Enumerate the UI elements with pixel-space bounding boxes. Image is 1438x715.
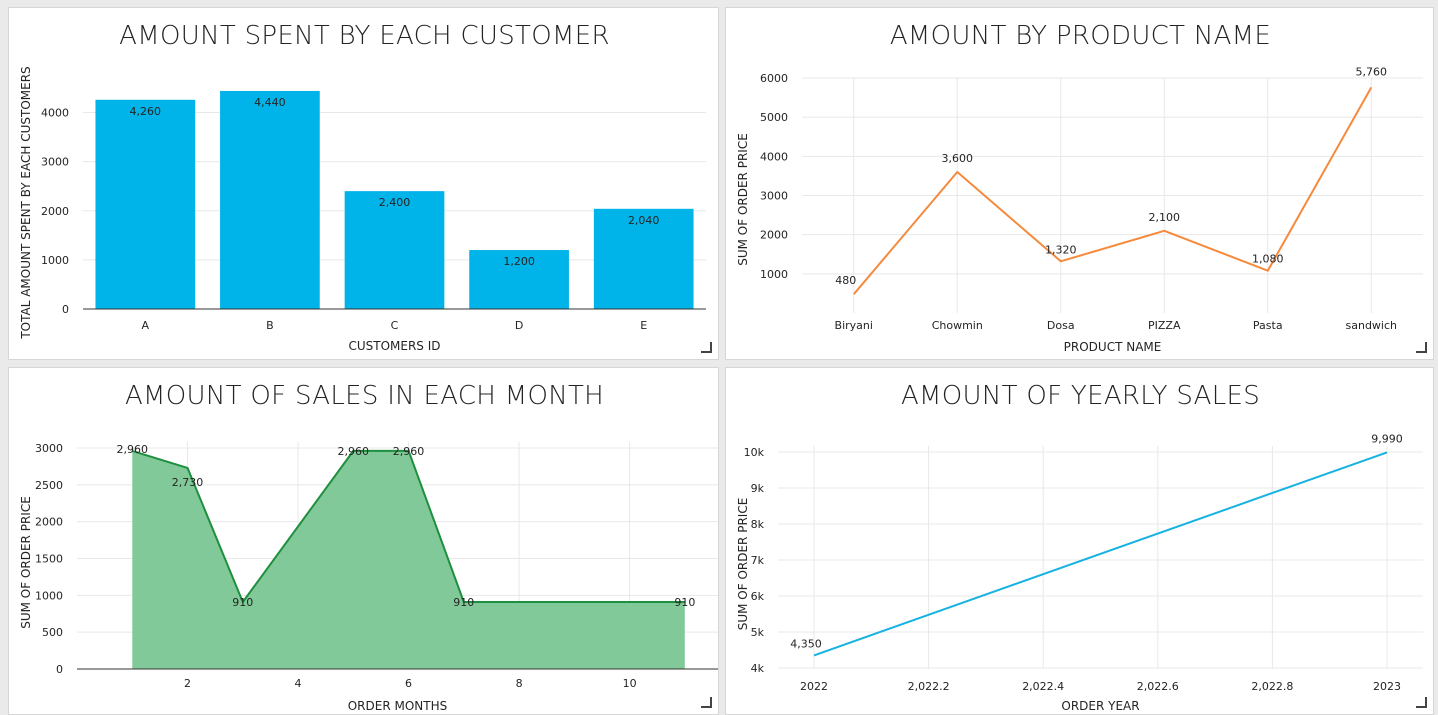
data-label: 1,320 — [1045, 243, 1077, 256]
y-axis-label: SUM OF ORDER PRICE — [736, 498, 750, 631]
y-tick-label: 4k — [751, 662, 765, 675]
y-tick-label: 2000 — [41, 205, 69, 218]
x-tick-label: 2,022.2 — [908, 680, 950, 693]
data-label: 910 — [674, 596, 695, 609]
y-tick-label: 5k — [751, 626, 765, 639]
data-label: 4,440 — [254, 96, 286, 109]
y-tick-label: 3000 — [760, 190, 788, 203]
y-tick-label: 5000 — [760, 111, 788, 124]
series-line — [853, 86, 1373, 295]
data-label: 910 — [232, 596, 253, 609]
x-tick-label: 2022 — [800, 680, 828, 693]
data-label: 2,960 — [117, 443, 149, 456]
y-tick-label: 2000 — [760, 229, 788, 242]
y-axis-label: SUM OF ORDER PRICE — [736, 133, 750, 266]
y-tick-label: 3000 — [35, 442, 63, 455]
data-label: 3,600 — [942, 152, 974, 165]
data-label: 9,990 — [1371, 432, 1403, 445]
x-tick-label: 6 — [405, 677, 412, 690]
area-fill — [132, 450, 685, 669]
y-tick-label: 8k — [751, 518, 765, 531]
data-label: 2,100 — [1149, 211, 1181, 224]
y-tick-label: 4000 — [760, 150, 788, 163]
customer-spend-chart-panel: AMOUNT SPENT BY EACH CUSTOMER 0 1000 2000 30… — [8, 7, 719, 360]
monthly-sales-chart-panel: AMOUNT OF SALES IN EACH MONTH 0 500 1000 150… — [8, 367, 719, 715]
y-tick-label: 0 — [56, 663, 63, 676]
x-tick-label: 4 — [295, 677, 302, 690]
y-tick-label: 6000 — [760, 72, 788, 85]
data-label: 480 — [835, 274, 856, 287]
y-tick-label: 1500 — [35, 553, 63, 566]
x-tick-label: C — [391, 319, 399, 332]
yearly-sales-chart: AMOUNT OF YEARLY SALES 4k 5k 6k 7k 8k 9k 10k 202… — [736, 381, 1423, 713]
data-label: 2,960 — [338, 445, 370, 458]
monthly-sales-chart: AMOUNT OF SALES IN EACH MONTH 0 500 1000 150… — [19, 381, 718, 713]
x-tick-label: 2,022.6 — [1137, 680, 1179, 693]
x-axis-label: ORDER MONTHS — [348, 699, 448, 713]
resize-corner-icon[interactable] — [1416, 342, 1427, 353]
y-axis-label: SUM OF ORDER PRICE — [19, 496, 33, 629]
customer-spend-chart: AMOUNT SPENT BY EACH CUSTOMER 0 1000 2000 30… — [19, 21, 706, 353]
data-label: 2,960 — [393, 445, 425, 458]
product-amount-chart-panel: AMOUNT BY PRODUCT NAME 1000 2000 3000 4000 50… — [725, 7, 1434, 360]
resize-corner-icon[interactable] — [701, 697, 712, 708]
data-label: 2,730 — [172, 476, 204, 489]
x-tick-label: Pasta — [1253, 319, 1283, 332]
series-line — [813, 451, 1388, 657]
resize-corner-icon[interactable] — [1416, 697, 1427, 708]
yearly-sales-chart-panel: AMOUNT OF YEARLY SALES 4k 5k 6k 7k 8k 9k 10k 202… — [725, 367, 1434, 715]
y-tick-label: 500 — [42, 626, 63, 639]
y-tick-label: 1000 — [760, 268, 788, 281]
y-tick-label: 2000 — [35, 516, 63, 529]
x-tick-label: PIZZA — [1148, 319, 1181, 332]
x-tick-label: sandwich — [1346, 319, 1398, 332]
y-axis-label: TOTAL AMOUNT SPENT BY EACH CUSTOMERS — [19, 66, 33, 339]
x-axis-label: PRODUCT NAME — [1064, 340, 1162, 354]
y-tick-label: 3000 — [41, 156, 69, 169]
bar — [95, 99, 196, 309]
x-tick-label: 8 — [516, 677, 523, 690]
data-label: 910 — [453, 596, 474, 609]
chart-title: AMOUNT SPENT BY EACH CUSTOMER — [119, 21, 610, 51]
y-tick-label: 1000 — [35, 589, 63, 602]
y-tick-label: 10k — [744, 446, 765, 459]
x-tick-label: Chowmin — [932, 319, 983, 332]
x-tick-label: Biryani — [835, 319, 873, 332]
x-tick-label: D — [515, 319, 523, 332]
y-tick-label: 4000 — [41, 107, 69, 120]
x-tick-label: A — [142, 319, 150, 332]
chart-title: AMOUNT OF SALES IN EACH MONTH — [125, 381, 604, 411]
data-label: 2,040 — [628, 214, 660, 227]
chart-title: AMOUNT OF YEARLY SALES — [901, 381, 1260, 411]
data-label: 4,350 — [790, 637, 822, 650]
y-tick-label: 9k — [751, 482, 765, 495]
x-tick-label: 10 — [623, 677, 637, 690]
data-label: 1,080 — [1252, 253, 1284, 266]
x-axis-label: ORDER YEAR — [1061, 699, 1139, 713]
x-tick-label: 2 — [184, 677, 191, 690]
x-tick-label: 2,022.8 — [1251, 680, 1293, 693]
x-tick-label: 2023 — [1373, 680, 1401, 693]
x-axis-label: CUSTOMERS ID — [348, 339, 440, 353]
product-amount-chart: AMOUNT BY PRODUCT NAME 1000 2000 3000 4000 50… — [736, 21, 1423, 354]
y-tick-label: 1000 — [41, 254, 69, 267]
x-tick-label: Dosa — [1047, 319, 1075, 332]
y-tick-label: 6k — [751, 590, 765, 603]
x-tick-label: B — [266, 319, 274, 332]
data-label: 4,260 — [130, 105, 162, 118]
x-tick-label: 2,022.4 — [1022, 680, 1064, 693]
data-label: 5,760 — [1356, 65, 1388, 78]
y-tick-label: 0 — [62, 303, 69, 316]
y-tick-label: 7k — [751, 554, 765, 567]
resize-corner-icon[interactable] — [701, 342, 712, 353]
data-label: 1,200 — [503, 255, 535, 268]
y-tick-label: 2500 — [35, 479, 63, 492]
x-tick-label: E — [640, 319, 647, 332]
chart-title: AMOUNT BY PRODUCT NAME — [890, 21, 1271, 51]
data-label: 2,400 — [379, 196, 411, 209]
bar — [220, 90, 320, 310]
